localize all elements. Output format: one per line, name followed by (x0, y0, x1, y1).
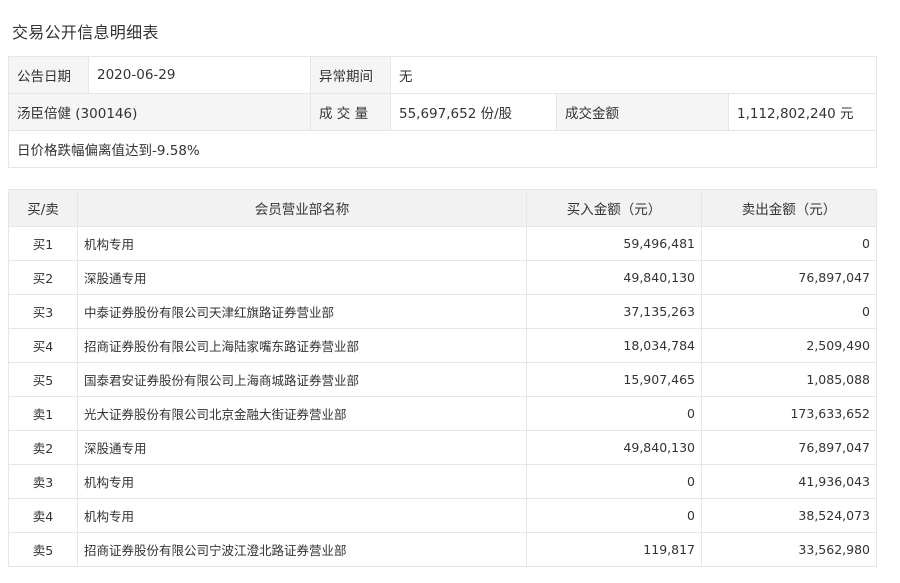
row-side: 卖2 (8, 430, 78, 465)
table-row: 卖3 机构专用 0 41,936,043 (8, 464, 877, 499)
row-side: 卖4 (8, 498, 78, 533)
row-sell-amount: 76,897,047 (701, 430, 877, 465)
row-branch-name: 深股通专用 (77, 260, 527, 295)
table-row: 卖5 招商证券股份有限公司宁波江澄北路证券营业部 119,817 33,562,… (8, 532, 877, 567)
table-row: 买3 中泰证券股份有限公司天津红旗路证券营业部 37,135,263 0 (8, 294, 877, 329)
row-buy-amount: 59,496,481 (526, 226, 702, 261)
row-side: 卖5 (8, 532, 78, 567)
row-buy-amount: 49,840,130 (526, 260, 702, 295)
amount-value: 1,112,802,240 元 (728, 93, 877, 131)
row-branch-name: 机构专用 (77, 226, 527, 261)
header-side: 买/卖 (8, 189, 78, 227)
table-row: 买4 招商证券股份有限公司上海陆家嘴东路证券营业部 18,034,784 2,5… (8, 328, 877, 363)
volume-label: 成 交 量 (310, 93, 391, 131)
row-side: 买1 (8, 226, 78, 261)
table-row: 买5 国泰君安证券股份有限公司上海商城路证券营业部 15,907,465 1,0… (8, 362, 877, 397)
row-side: 买3 (8, 294, 78, 329)
row-sell-amount: 173,633,652 (701, 396, 877, 431)
header-branch-name: 会员营业部名称 (77, 189, 527, 227)
date-value: 2020-06-29 (88, 56, 311, 94)
info-row-stock: 汤臣倍健 (300146) 成 交 量 55,697,652 份/股 成交金额 … (8, 93, 877, 131)
row-branch-name: 中泰证券股份有限公司天津红旗路证券营业部 (77, 294, 527, 329)
trade-detail-table: 买/卖 会员营业部名称 买入金额（元） 卖出金额（元） 买1 机构专用 59,4… (8, 189, 877, 567)
header-buy-amount: 买入金额（元） (526, 189, 702, 227)
table-row: 买1 机构专用 59,496,481 0 (8, 226, 877, 261)
row-buy-amount: 0 (526, 464, 702, 499)
table-row: 卖4 机构专用 0 38,524,073 (8, 498, 877, 533)
row-branch-name: 招商证券股份有限公司上海陆家嘴东路证券营业部 (77, 328, 527, 363)
info-row-date: 公告日期 2020-06-29 异常期间 无 (8, 56, 877, 94)
row-branch-name: 光大证券股份有限公司北京金融大街证券营业部 (77, 396, 527, 431)
row-buy-amount: 37,135,263 (526, 294, 702, 329)
table-row: 卖2 深股通专用 49,840,130 76,897,047 (8, 430, 877, 465)
row-sell-amount: 1,085,088 (701, 362, 877, 397)
table-row: 买2 深股通专用 49,840,130 76,897,047 (8, 260, 877, 295)
row-sell-amount: 33,562,980 (701, 532, 877, 567)
row-sell-amount: 38,524,073 (701, 498, 877, 533)
row-branch-name: 机构专用 (77, 498, 527, 533)
row-side: 买5 (8, 362, 78, 397)
amount-label: 成交金额 (556, 93, 729, 131)
volume-value: 55,697,652 份/股 (390, 93, 557, 131)
stock-name: 汤臣倍健 (300146) (8, 93, 311, 131)
row-sell-amount: 2,509,490 (701, 328, 877, 363)
table-header-row: 买/卖 会员营业部名称 买入金额（元） 卖出金额（元） (8, 189, 877, 227)
row-side: 买4 (8, 328, 78, 363)
row-buy-amount: 119,817 (526, 532, 702, 567)
row-sell-amount: 0 (701, 294, 877, 329)
table-row: 卖1 光大证券股份有限公司北京金融大街证券营业部 0 173,633,652 (8, 396, 877, 431)
row-sell-amount: 76,897,047 (701, 260, 877, 295)
row-branch-name: 国泰君安证券股份有限公司上海商城路证券营业部 (77, 362, 527, 397)
row-sell-amount: 41,936,043 (701, 464, 877, 499)
row-buy-amount: 0 (526, 498, 702, 533)
row-branch-name: 机构专用 (77, 464, 527, 499)
row-sell-amount: 0 (701, 226, 877, 261)
info-table: 公告日期 2020-06-29 异常期间 无 汤臣倍健 (300146) 成 交… (8, 56, 877, 168)
period-value: 无 (390, 56, 877, 94)
date-label: 公告日期 (8, 56, 89, 94)
period-label: 异常期间 (310, 56, 391, 94)
info-row-reason: 日价格跌幅偏离值达到-9.58% (8, 130, 877, 168)
row-buy-amount: 49,840,130 (526, 430, 702, 465)
row-side: 卖1 (8, 396, 78, 431)
row-branch-name: 招商证券股份有限公司宁波江澄北路证券营业部 (77, 532, 527, 567)
row-buy-amount: 0 (526, 396, 702, 431)
row-branch-name: 深股通专用 (77, 430, 527, 465)
reason-text: 日价格跌幅偏离值达到-9.58% (8, 130, 877, 168)
row-buy-amount: 18,034,784 (526, 328, 702, 363)
header-sell-amount: 卖出金额（元） (701, 189, 877, 227)
page-title: 交易公开信息明细表 (12, 23, 159, 42)
row-buy-amount: 15,907,465 (526, 362, 702, 397)
row-side: 买2 (8, 260, 78, 295)
row-side: 卖3 (8, 464, 78, 499)
